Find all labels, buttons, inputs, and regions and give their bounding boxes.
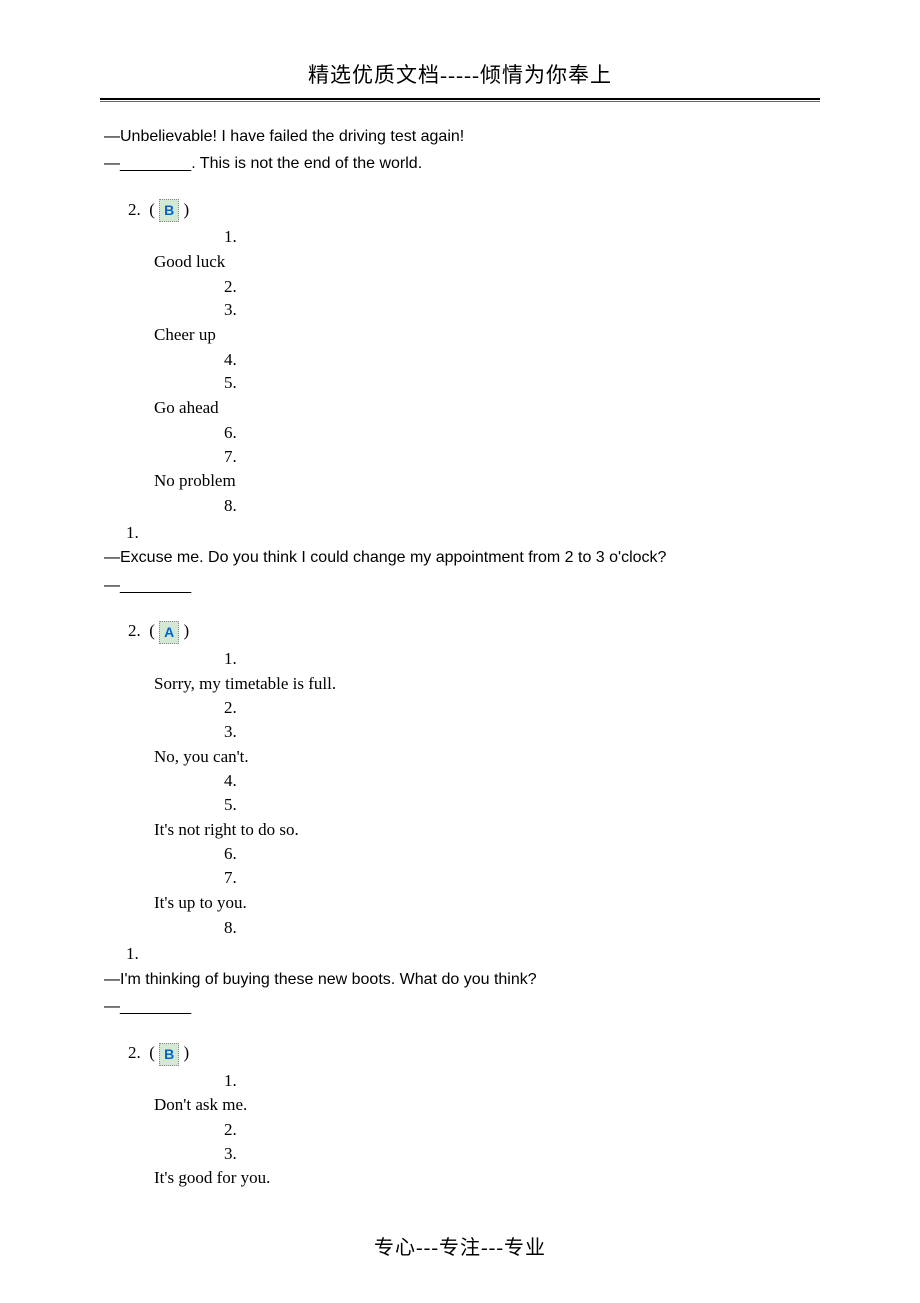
sub-number: 2.	[224, 275, 820, 299]
sub-number: 8.	[224, 494, 820, 518]
trailing-number: 1.	[126, 941, 820, 967]
answer-badge: B	[159, 199, 179, 222]
option-text: Sorry, my timetable is full.	[154, 671, 820, 697]
trailing-number: 1.	[126, 520, 820, 546]
sub-number: 3.	[224, 298, 820, 322]
sub-number: 1.	[224, 1069, 820, 1093]
option-text: Don't ask me.	[154, 1092, 820, 1118]
option-text: Go ahead	[154, 395, 820, 421]
option-text: Good luck	[154, 249, 820, 275]
sub-number: 3.	[224, 720, 820, 744]
content-area: —Unbelievable! I have failed the driving…	[104, 124, 820, 1191]
option-text: It's not right to do so.	[154, 817, 820, 843]
page-footer: 专心---专注---专业	[100, 1233, 820, 1263]
question-number-row: 2. ( A )	[128, 618, 820, 644]
sub-number: 6.	[224, 842, 820, 866]
question-prompt-line: —I'm thinking of buying these new boots.…	[104, 967, 820, 993]
sub-number: 1.	[224, 225, 820, 249]
question-prompt-line: —Excuse me. Do you think I could change …	[104, 545, 820, 571]
page-header-title: 精选优质文档-----倾情为你奉上	[100, 60, 820, 92]
option-text: Cheer up	[154, 322, 820, 348]
sub-number: 7.	[224, 445, 820, 469]
sub-number: 6.	[224, 421, 820, 445]
sub-number: 2.	[224, 696, 820, 720]
sub-number: 3.	[224, 1142, 820, 1166]
sub-number: 1.	[224, 647, 820, 671]
sub-number: 4.	[224, 769, 820, 793]
sub-number: 8.	[224, 916, 820, 940]
question-number: 2.	[128, 1043, 141, 1062]
sub-number: 2.	[224, 1118, 820, 1142]
sub-number: 4.	[224, 348, 820, 372]
option-text: No, you can't.	[154, 744, 820, 770]
question-number: 2.	[128, 200, 141, 219]
option-text: It's good for you.	[154, 1165, 820, 1191]
answer-badge: B	[159, 1043, 179, 1066]
question-prompt-line: —________	[104, 994, 820, 1020]
question-prompt-line: —Unbelievable! I have failed the driving…	[104, 124, 820, 150]
option-text: It's up to you.	[154, 890, 820, 916]
header-divider	[100, 98, 820, 102]
question-number: 2.	[128, 621, 141, 640]
question-number-row: 2. ( B )	[128, 197, 820, 223]
sub-number: 5.	[224, 371, 820, 395]
answer-badge: A	[159, 621, 179, 644]
sub-number: 7.	[224, 866, 820, 890]
question-prompt-line: —________. This is not the end of the wo…	[104, 151, 820, 177]
question-number-row: 2. ( B )	[128, 1040, 820, 1066]
question-prompt-line: —________	[104, 573, 820, 599]
sub-number: 5.	[224, 793, 820, 817]
option-text: No problem	[154, 468, 820, 494]
